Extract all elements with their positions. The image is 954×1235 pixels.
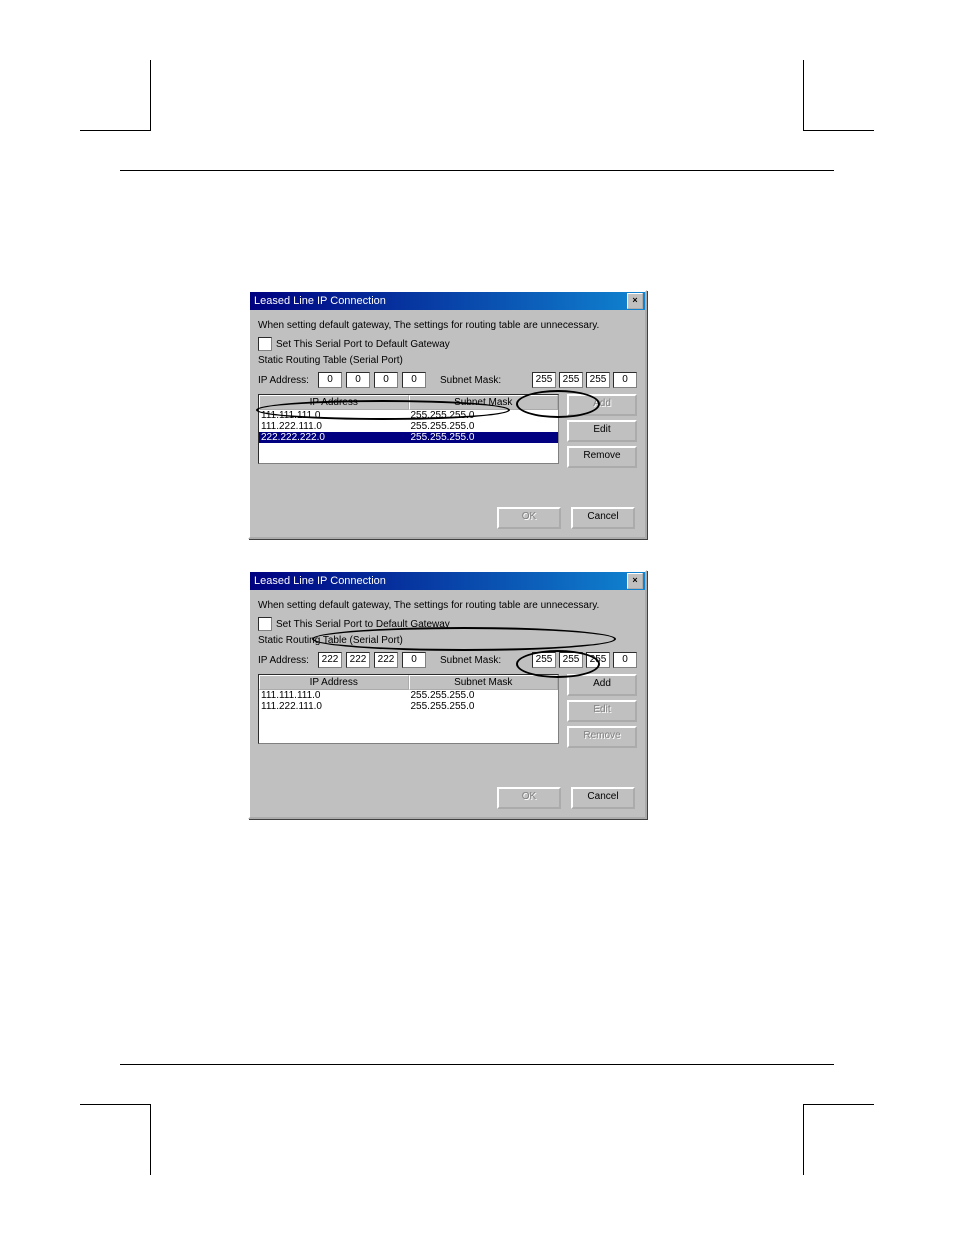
- routing-table[interactable]: IP Address Subnet Mask 111.111.111.0255.…: [258, 674, 559, 744]
- cell-ip: 222.222.222.0: [259, 432, 409, 443]
- remove-button[interactable]: Remove: [567, 726, 637, 748]
- ip-octet-2[interactable]: 0: [346, 372, 370, 388]
- cell-ip: 111.222.111.0: [259, 421, 409, 432]
- table-row[interactable]: 222.222.222.0255.255.255.0: [259, 432, 558, 443]
- ip-octet-1[interactable]: 0: [318, 372, 342, 388]
- mask-octet-2[interactable]: 255: [559, 652, 583, 668]
- subnet-mask-label: Subnet Mask:: [440, 375, 501, 386]
- dialog-title: Leased Line IP Connection: [254, 575, 386, 587]
- ip-address-label: IP Address:: [258, 375, 314, 386]
- edit-button[interactable]: Edit: [567, 420, 637, 442]
- ip-octet-3[interactable]: 222: [374, 652, 398, 668]
- col-ip[interactable]: IP Address: [259, 395, 409, 410]
- default-gateway-checkbox[interactable]: [258, 617, 272, 631]
- checkbox-label: Set This Serial Port to Default Gateway: [276, 339, 450, 350]
- ip-octet-1[interactable]: 222: [318, 652, 342, 668]
- leased-line-dialog-1: Leased Line IP Connection × When setting…: [248, 290, 647, 539]
- note-text: When setting default gateway, The settin…: [258, 600, 637, 611]
- col-mask[interactable]: Subnet Mask: [409, 395, 559, 410]
- close-icon[interactable]: ×: [627, 573, 643, 589]
- group-label: Static Routing Table (Serial Port): [258, 355, 637, 366]
- leased-line-dialog-2: Leased Line IP Connection × When setting…: [248, 570, 647, 819]
- cell-ip: 111.222.111.0: [259, 701, 409, 712]
- crop-mark-tl: [80, 60, 151, 131]
- col-mask[interactable]: Subnet Mask: [409, 675, 559, 690]
- crop-mark-tr: [803, 60, 874, 131]
- edit-button[interactable]: Edit: [567, 700, 637, 722]
- titlebar: Leased Line IP Connection ×: [250, 572, 645, 590]
- group-label: Static Routing Table (Serial Port): [258, 635, 637, 646]
- cell-ip: 111.111.111.0: [259, 410, 409, 421]
- note-text: When setting default gateway, The settin…: [258, 320, 637, 331]
- cell-mask: 255.255.255.0: [409, 421, 559, 432]
- mask-octet-4[interactable]: 0: [613, 652, 637, 668]
- cancel-button[interactable]: Cancel: [571, 787, 635, 809]
- ip-octet-4[interactable]: 0: [402, 652, 426, 668]
- mask-octet-1[interactable]: 255: [532, 372, 556, 388]
- crop-mark-br: [803, 1104, 874, 1175]
- cell-ip: 111.111.111.0: [259, 690, 409, 701]
- mask-octet-3[interactable]: 255: [586, 372, 610, 388]
- col-ip[interactable]: IP Address: [259, 675, 409, 690]
- mask-octet-2[interactable]: 255: [559, 372, 583, 388]
- ip-address-label: IP Address:: [258, 655, 314, 666]
- table-row[interactable]: 111.111.111.0255.255.255.0: [259, 690, 558, 701]
- cell-mask: 255.255.255.0: [409, 701, 559, 712]
- checkbox-label: Set This Serial Port to Default Gateway: [276, 619, 450, 630]
- ok-button[interactable]: OK: [497, 507, 561, 529]
- routing-table[interactable]: IP Address Subnet Mask 111.111.111.0255.…: [258, 394, 559, 464]
- dialog-title: Leased Line IP Connection: [254, 295, 386, 307]
- cancel-button[interactable]: Cancel: [571, 507, 635, 529]
- divider-bottom: [120, 1064, 834, 1065]
- mask-octet-1[interactable]: 255: [532, 652, 556, 668]
- ip-octet-3[interactable]: 0: [374, 372, 398, 388]
- add-button[interactable]: Add: [567, 674, 637, 696]
- mask-octet-3[interactable]: 255: [586, 652, 610, 668]
- remove-button[interactable]: Remove: [567, 446, 637, 468]
- titlebar: Leased Line IP Connection ×: [250, 292, 645, 310]
- cell-mask: 255.255.255.0: [409, 410, 559, 421]
- divider-top: [120, 170, 834, 171]
- subnet-mask-label: Subnet Mask:: [440, 655, 501, 666]
- crop-mark-bl: [80, 1104, 151, 1175]
- add-button[interactable]: Add: [567, 394, 637, 416]
- table-row[interactable]: 111.222.111.0255.255.255.0: [259, 421, 558, 432]
- cell-mask: 255.255.255.0: [409, 690, 559, 701]
- cell-mask: 255.255.255.0: [409, 432, 559, 443]
- table-row[interactable]: 111.111.111.0255.255.255.0: [259, 410, 558, 421]
- close-icon[interactable]: ×: [627, 293, 643, 309]
- table-row[interactable]: 111.222.111.0255.255.255.0: [259, 701, 558, 712]
- mask-octet-4[interactable]: 0: [613, 372, 637, 388]
- ip-octet-2[interactable]: 222: [346, 652, 370, 668]
- default-gateway-checkbox[interactable]: [258, 337, 272, 351]
- ip-octet-4[interactable]: 0: [402, 372, 426, 388]
- ok-button[interactable]: OK: [497, 787, 561, 809]
